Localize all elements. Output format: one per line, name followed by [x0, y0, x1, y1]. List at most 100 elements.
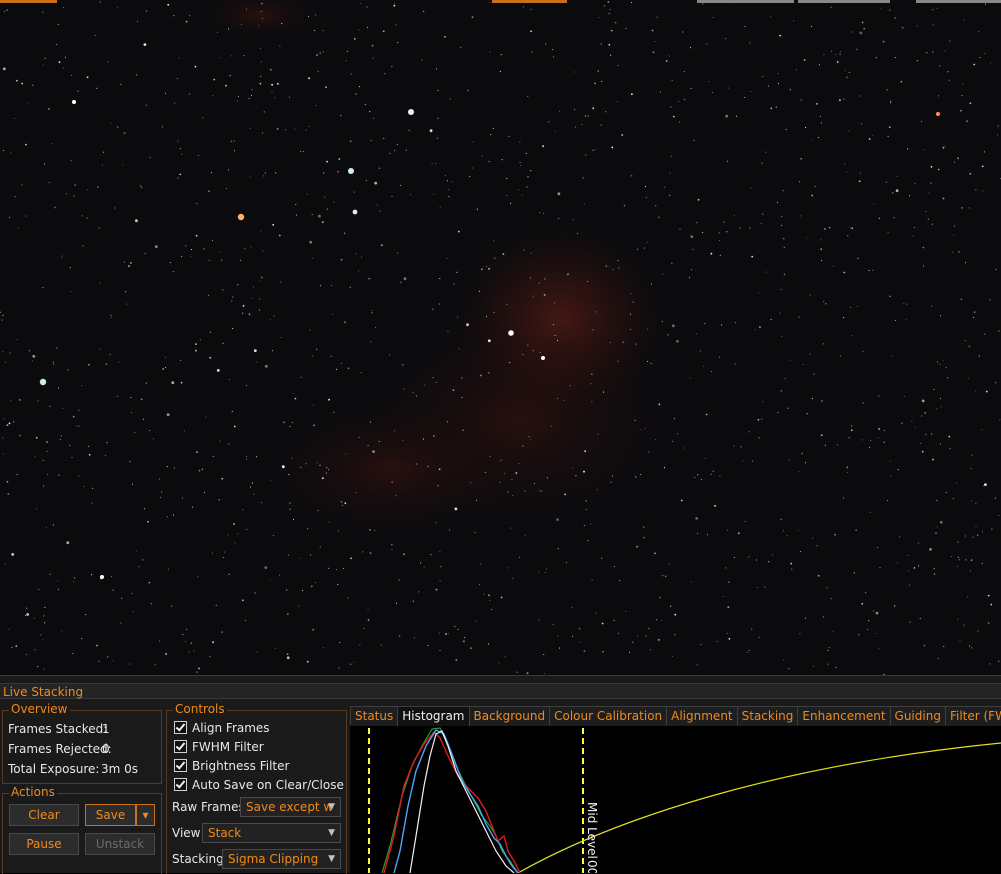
frames-stacked-row: Frames Stacked: 1: [8, 722, 110, 736]
star: [344, 321, 346, 323]
star: [446, 257, 448, 259]
star: [658, 216, 660, 218]
save-dropdown-button[interactable]: ▾: [136, 804, 155, 826]
stacked-image-view[interactable]: [0, 0, 1001, 675]
star: [166, 466, 168, 468]
star: [670, 106, 672, 108]
tab-histogram[interactable]: Histogram: [397, 706, 470, 726]
star: [991, 528, 993, 530]
star: [350, 663, 352, 665]
star: [201, 468, 203, 470]
raw-frames-select[interactable]: Save except w ▼: [240, 797, 341, 817]
tab-alignment[interactable]: Alignment: [666, 706, 738, 725]
star: [224, 551, 226, 553]
stacking-select[interactable]: Sigma Clipping ▼: [222, 849, 341, 869]
star: [592, 107, 595, 110]
tab-guiding[interactable]: Guiding: [889, 706, 946, 725]
star: [149, 156, 151, 159]
star: [142, 418, 145, 420]
star: [522, 354, 524, 356]
star: [364, 103, 366, 106]
star: [250, 246, 252, 248]
star: [721, 324, 723, 326]
star: [526, 672, 529, 675]
star: [278, 234, 281, 237]
star: [806, 413, 808, 415]
star: [932, 24, 934, 26]
star: [208, 259, 210, 261]
star: [613, 565, 615, 568]
histogram-view[interactable]: Mid Level 00: [350, 726, 1001, 873]
fwhm-filter-checkbox[interactable]: FWHM Filter: [174, 739, 264, 755]
star: [596, 489, 598, 491]
star: [367, 619, 370, 621]
pause-button[interactable]: Pause: [9, 833, 79, 855]
star: [679, 121, 681, 123]
star: [227, 534, 229, 536]
star: [493, 311, 495, 314]
star: [850, 425, 853, 427]
brightness-filter-checkbox[interactable]: Brightness Filter: [174, 758, 289, 774]
star: [306, 660, 309, 663]
star: [228, 379, 231, 381]
star: [708, 80, 710, 83]
star: [510, 202, 512, 204]
star: [399, 281, 402, 284]
star: [696, 222, 698, 224]
star: [403, 277, 407, 281]
save-button[interactable]: Save: [85, 804, 136, 826]
star: [196, 451, 198, 454]
star: [989, 299, 991, 301]
star: [850, 306, 852, 308]
star: [517, 189, 519, 191]
star: [890, 475, 892, 477]
star: [984, 3, 987, 5]
star: [644, 186, 646, 188]
star: [221, 259, 223, 261]
clear-button[interactable]: Clear: [9, 804, 79, 826]
align-frames-checkbox[interactable]: Align Frames: [174, 720, 270, 736]
star: [10, 400, 12, 402]
star: [78, 409, 80, 411]
star: [28, 350, 30, 352]
star: [960, 298, 962, 300]
tab-stacking[interactable]: Stacking: [736, 706, 799, 725]
star: [319, 52, 321, 54]
star: [793, 20, 795, 22]
star: [476, 208, 478, 210]
tab-colour-calibration[interactable]: Colour Calibration: [549, 706, 668, 725]
star: [350, 557, 352, 560]
unstack-button[interactable]: Unstack: [85, 833, 155, 855]
star: [860, 123, 863, 125]
star: [981, 562, 983, 564]
star: [25, 143, 27, 146]
star: [875, 57, 877, 59]
auto-save-checkbox[interactable]: Auto Save on Clear/Close: [174, 777, 344, 793]
star: [516, 671, 518, 673]
star: [827, 663, 829, 665]
star: [21, 82, 24, 85]
star: [340, 500, 343, 503]
star: [394, 150, 396, 152]
star: [433, 193, 435, 195]
tab-filter-fwhm[interactable]: Filter (FWHM): [944, 706, 1001, 725]
star: [16, 79, 18, 82]
star: [213, 78, 216, 81]
star: [491, 608, 493, 611]
star: [3, 11, 5, 13]
tab-enhancement[interactable]: Enhancement: [797, 706, 891, 725]
tab-background[interactable]: Background: [468, 706, 551, 725]
view-select[interactable]: Stack ▼: [202, 823, 341, 843]
star: [965, 559, 967, 561]
star: [402, 440, 404, 442]
star: [42, 286, 44, 289]
star: [978, 31, 980, 33]
star: [294, 128, 296, 130]
star: [733, 214, 735, 216]
frames-stacked-label: Frames Stacked:: [8, 722, 108, 736]
star: [987, 622, 990, 625]
star: [248, 97, 250, 100]
star: [439, 650, 441, 652]
star: [543, 212, 545, 214]
tab-status[interactable]: Status: [350, 706, 399, 725]
